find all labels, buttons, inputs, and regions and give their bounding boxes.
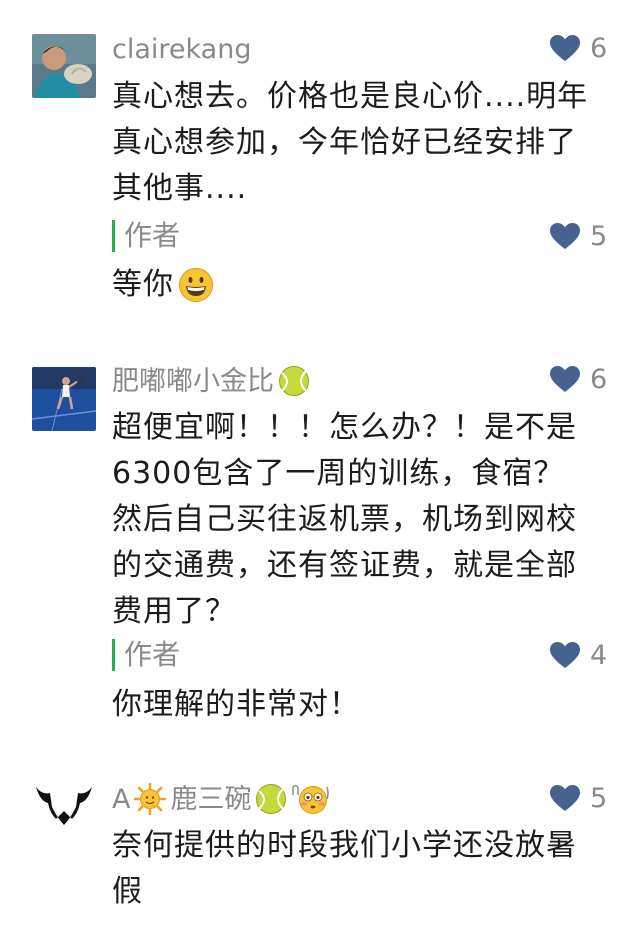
heart-icon bbox=[550, 366, 580, 392]
like-count: 6 bbox=[590, 363, 608, 395]
reply-text-row: 等你 bbox=[112, 262, 592, 308]
comment-item: 肥嘟嘟小金比 6 超便宜啊！！！怎么办？！是不是6300包含了一周的训练，食宿？… bbox=[0, 340, 640, 740]
like-count: 4 bbox=[590, 639, 608, 671]
comment-item: A 鹿三碗 5 奈何提供的时段我们小学还没放暑假 bbox=[0, 740, 640, 945]
sun-face-emoji bbox=[134, 783, 167, 815]
reply-like-button[interactable]: 4 bbox=[550, 639, 620, 671]
comment-text: 真心想去。价格也是良心价....明年真心想参加，今年恰好已经安排了其他事.... bbox=[112, 79, 589, 206]
heart-icon bbox=[550, 642, 580, 668]
reply-author-label: 作者 bbox=[124, 638, 181, 671]
reply-author-label: 作者 bbox=[124, 219, 181, 252]
heart-icon bbox=[550, 785, 580, 811]
comment-author: 鹿三碗 bbox=[170, 783, 252, 815]
comment-item: clairekang 6 真心想去。价格也是良心价....明年真心想参加，今年恰… bbox=[0, 0, 640, 340]
reply-indicator bbox=[112, 639, 115, 671]
like-button[interactable]: 5 bbox=[550, 782, 620, 814]
avatar[interactable] bbox=[32, 367, 96, 431]
comment-author-prefix: A bbox=[112, 783, 131, 815]
heart-icon bbox=[550, 223, 580, 249]
tennis-ball-emoji bbox=[278, 365, 310, 397]
tennis-ball-emoji bbox=[255, 783, 287, 815]
comment-text: 奈何提供的时段我们小学还没放暑假 bbox=[112, 828, 577, 909]
comment-author-row: 肥嘟嘟小金比 bbox=[112, 365, 310, 397]
like-count: 5 bbox=[590, 220, 608, 252]
comment-author[interactable]: 肥嘟嘟小金比 bbox=[112, 368, 274, 395]
reply-indicator bbox=[112, 220, 115, 252]
heart-icon bbox=[550, 35, 580, 61]
comment-author[interactable]: clairekang bbox=[112, 36, 251, 63]
comment-author-row[interactable]: A 鹿三碗 bbox=[112, 783, 331, 815]
avatar[interactable] bbox=[32, 34, 96, 98]
flushed-face-emoji bbox=[291, 783, 331, 815]
reply-text: 你理解的非常对！ bbox=[112, 687, 360, 722]
comment-text: 超便宜啊！！！怎么办？！是不是6300包含了一周的训练，食宿？然后自己买往返机票… bbox=[112, 410, 577, 629]
like-count: 5 bbox=[590, 782, 608, 814]
like-count: 6 bbox=[590, 32, 608, 64]
reply-text-row: 你理解的非常对！ bbox=[112, 682, 592, 728]
like-button[interactable]: 6 bbox=[550, 363, 620, 395]
reply-like-button[interactable]: 5 bbox=[550, 220, 620, 252]
like-button[interactable]: 6 bbox=[550, 32, 620, 64]
avatar[interactable] bbox=[32, 767, 96, 831]
reply-text: 等你 bbox=[112, 267, 174, 302]
grinning-face-emoji bbox=[178, 267, 214, 303]
